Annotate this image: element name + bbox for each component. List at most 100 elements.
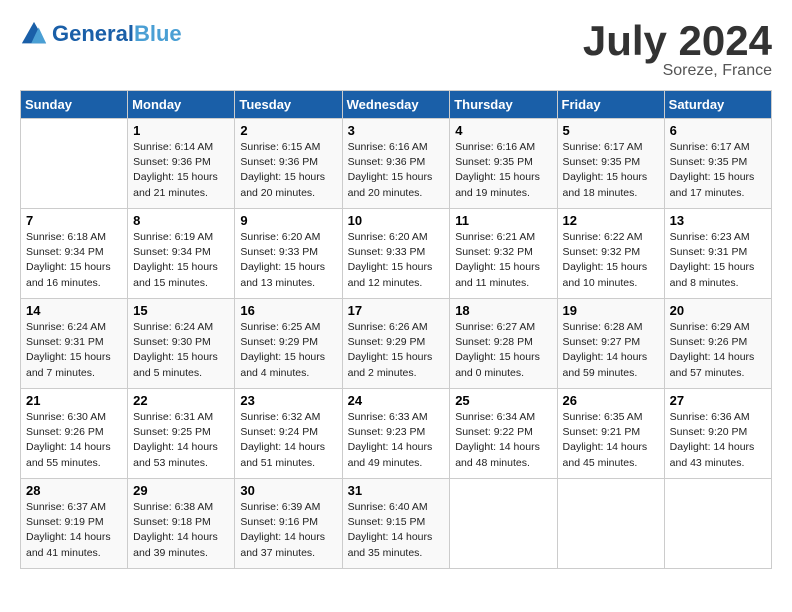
day-info: Sunrise: 6:27 AM Sunset: 9:28 PM Dayligh… bbox=[455, 320, 551, 381]
day-info: Sunrise: 6:30 AM Sunset: 9:26 PM Dayligh… bbox=[26, 410, 122, 471]
day-info: Sunrise: 6:17 AM Sunset: 9:35 PM Dayligh… bbox=[563, 140, 659, 201]
day-number: 4 bbox=[455, 123, 551, 138]
calendar-cell: 9Sunrise: 6:20 AM Sunset: 9:33 PM Daylig… bbox=[235, 209, 342, 299]
calendar-cell: 8Sunrise: 6:19 AM Sunset: 9:34 PM Daylig… bbox=[128, 209, 235, 299]
day-info: Sunrise: 6:31 AM Sunset: 9:25 PM Dayligh… bbox=[133, 410, 229, 471]
calendar-cell: 15Sunrise: 6:24 AM Sunset: 9:30 PM Dayli… bbox=[128, 299, 235, 389]
day-number: 6 bbox=[670, 123, 766, 138]
day-number: 1 bbox=[133, 123, 229, 138]
day-number: 18 bbox=[455, 303, 551, 318]
calendar-week-5: 28 Sunrise: 6:37 AM Sunset: 9:19 PM Dayli… bbox=[21, 479, 772, 569]
calendar-table: SundayMondayTuesdayWednesdayThursdayFrid… bbox=[20, 90, 772, 569]
day-number: 23 bbox=[240, 393, 336, 408]
logo-text: GeneralBlue bbox=[52, 23, 182, 45]
day-info: Sunrise: 6:35 AM Sunset: 9:21 PM Dayligh… bbox=[563, 410, 659, 471]
day-info: Sunrise: 6:21 AM Sunset: 9:32 PM Dayligh… bbox=[455, 230, 551, 291]
calendar-cell: 27 Sunrise: 6:36 AM Sunset: 9:20 PM Dayli… bbox=[664, 389, 771, 479]
header-thursday: Thursday bbox=[450, 91, 557, 119]
calendar-week-3: 14 Sunrise: 6:24 AM Sunset: 9:31 PM Dayli… bbox=[21, 299, 772, 389]
day-info: Sunrise: 6:15 AM Sunset: 9:36 PM Dayligh… bbox=[240, 140, 336, 201]
calendar-cell: 12Sunrise: 6:22 AM Sunset: 9:32 PM Dayli… bbox=[557, 209, 664, 299]
day-info: Sunrise: 6:20 AM Sunset: 9:33 PM Dayligh… bbox=[348, 230, 445, 291]
calendar-cell: 2 Sunrise: 6:15 AM Sunset: 9:36 PM Daylig… bbox=[235, 119, 342, 209]
day-info: Sunrise: 6:36 AM Sunset: 9:20 PM Dayligh… bbox=[670, 410, 766, 471]
day-info: Sunrise: 6:37 AM Sunset: 9:19 PM Dayligh… bbox=[26, 500, 122, 561]
calendar-cell: 11 Sunrise: 6:21 AM Sunset: 9:32 PM Dayli… bbox=[450, 209, 557, 299]
day-number: 20 bbox=[670, 303, 766, 318]
day-number: 8 bbox=[133, 213, 229, 228]
calendar-week-1: 1 Sunrise: 6:14 AM Sunset: 9:36 PM Daylig… bbox=[21, 119, 772, 209]
day-info: Sunrise: 6:39 AM Sunset: 9:16 PM Dayligh… bbox=[240, 500, 336, 561]
calendar-cell: 1 Sunrise: 6:14 AM Sunset: 9:36 PM Daylig… bbox=[128, 119, 235, 209]
calendar-cell: 7 Sunrise: 6:18 AM Sunset: 9:34 PM Daylig… bbox=[21, 209, 128, 299]
calendar-cell: 24Sunrise: 6:33 AM Sunset: 9:23 PM Dayli… bbox=[342, 389, 450, 479]
day-info: Sunrise: 6:38 AM Sunset: 9:18 PM Dayligh… bbox=[133, 500, 229, 561]
day-info: Sunrise: 6:18 AM Sunset: 9:34 PM Dayligh… bbox=[26, 230, 122, 291]
day-number: 14 bbox=[26, 303, 122, 318]
day-number: 9 bbox=[240, 213, 336, 228]
day-info: Sunrise: 6:22 AM Sunset: 9:32 PM Dayligh… bbox=[563, 230, 659, 291]
day-info: Sunrise: 6:17 AM Sunset: 9:35 PM Dayligh… bbox=[670, 140, 766, 201]
calendar-cell: 13Sunrise: 6:23 AM Sunset: 9:31 PM Dayli… bbox=[664, 209, 771, 299]
day-number: 21 bbox=[26, 393, 122, 408]
location-subtitle: Soreze, France bbox=[583, 62, 772, 80]
calendar-cell: 21 Sunrise: 6:30 AM Sunset: 9:26 PM Dayli… bbox=[21, 389, 128, 479]
day-info: Sunrise: 6:28 AM Sunset: 9:27 PM Dayligh… bbox=[563, 320, 659, 381]
day-number: 25 bbox=[455, 393, 551, 408]
calendar-cell: 3 Sunrise: 6:16 AM Sunset: 9:36 PM Daylig… bbox=[342, 119, 450, 209]
day-number: 2 bbox=[240, 123, 336, 138]
calendar-cell: 18 Sunrise: 6:27 AM Sunset: 9:28 PM Dayli… bbox=[450, 299, 557, 389]
day-number: 22 bbox=[133, 393, 229, 408]
calendar-cell: 14 Sunrise: 6:24 AM Sunset: 9:31 PM Dayli… bbox=[21, 299, 128, 389]
day-info: Sunrise: 6:16 AM Sunset: 9:36 PM Dayligh… bbox=[348, 140, 445, 201]
calendar-cell: 26 Sunrise: 6:35 AM Sunset: 9:21 PM Dayli… bbox=[557, 389, 664, 479]
header-monday: Monday bbox=[128, 91, 235, 119]
day-number: 28 bbox=[26, 483, 122, 498]
calendar-cell: 4Sunrise: 6:16 AM Sunset: 9:35 PM Daylig… bbox=[450, 119, 557, 209]
day-info: Sunrise: 6:24 AM Sunset: 9:31 PM Dayligh… bbox=[26, 320, 122, 381]
header-friday: Friday bbox=[557, 91, 664, 119]
day-number: 16 bbox=[240, 303, 336, 318]
day-number: 3 bbox=[348, 123, 445, 138]
calendar-cell: 5 Sunrise: 6:17 AM Sunset: 9:35 PM Daylig… bbox=[557, 119, 664, 209]
day-number: 13 bbox=[670, 213, 766, 228]
calendar-header-row: SundayMondayTuesdayWednesdayThursdayFrid… bbox=[21, 91, 772, 119]
day-number: 7 bbox=[26, 213, 122, 228]
day-number: 17 bbox=[348, 303, 445, 318]
day-info: Sunrise: 6:29 AM Sunset: 9:26 PM Dayligh… bbox=[670, 320, 766, 381]
title-block: July 2024 Soreze, France bbox=[583, 20, 772, 80]
day-number: 10 bbox=[348, 213, 445, 228]
calendar-cell: 16 Sunrise: 6:25 AM Sunset: 9:29 PM Dayli… bbox=[235, 299, 342, 389]
day-number: 27 bbox=[670, 393, 766, 408]
calendar-cell bbox=[557, 479, 664, 569]
logo-blue: Blue bbox=[134, 21, 182, 46]
day-info: Sunrise: 6:26 AM Sunset: 9:29 PM Dayligh… bbox=[348, 320, 445, 381]
day-number: 19 bbox=[563, 303, 659, 318]
logo-general: General bbox=[52, 21, 134, 46]
day-number: 5 bbox=[563, 123, 659, 138]
calendar-cell: 20 Sunrise: 6:29 AM Sunset: 9:26 PM Dayli… bbox=[664, 299, 771, 389]
calendar-cell: 6 Sunrise: 6:17 AM Sunset: 9:35 PM Daylig… bbox=[664, 119, 771, 209]
calendar-cell: 31 Sunrise: 6:40 AM Sunset: 9:15 PM Dayli… bbox=[342, 479, 450, 569]
calendar-cell: 10 Sunrise: 6:20 AM Sunset: 9:33 PM Dayli… bbox=[342, 209, 450, 299]
day-info: Sunrise: 6:25 AM Sunset: 9:29 PM Dayligh… bbox=[240, 320, 336, 381]
day-info: Sunrise: 6:40 AM Sunset: 9:15 PM Dayligh… bbox=[348, 500, 445, 561]
day-info: Sunrise: 6:24 AM Sunset: 9:30 PM Dayligh… bbox=[133, 320, 229, 381]
day-info: Sunrise: 6:33 AM Sunset: 9:23 PM Dayligh… bbox=[348, 410, 445, 471]
day-info: Sunrise: 6:14 AM Sunset: 9:36 PM Dayligh… bbox=[133, 140, 229, 201]
day-info: Sunrise: 6:32 AM Sunset: 9:24 PM Dayligh… bbox=[240, 410, 336, 471]
calendar-cell: 29Sunrise: 6:38 AM Sunset: 9:18 PM Dayli… bbox=[128, 479, 235, 569]
day-info: Sunrise: 6:34 AM Sunset: 9:22 PM Dayligh… bbox=[455, 410, 551, 471]
header-tuesday: Tuesday bbox=[235, 91, 342, 119]
calendar-cell: 22 Sunrise: 6:31 AM Sunset: 9:25 PM Dayli… bbox=[128, 389, 235, 479]
page-header: GeneralBlue July 2024 Soreze, France bbox=[20, 20, 772, 80]
day-number: 26 bbox=[563, 393, 659, 408]
calendar-cell bbox=[21, 119, 128, 209]
calendar-week-4: 21 Sunrise: 6:30 AM Sunset: 9:26 PM Dayli… bbox=[21, 389, 772, 479]
header-wednesday: Wednesday bbox=[342, 91, 450, 119]
day-number: 11 bbox=[455, 213, 551, 228]
day-number: 31 bbox=[348, 483, 445, 498]
calendar-cell: 23 Sunrise: 6:32 AM Sunset: 9:24 PM Dayli… bbox=[235, 389, 342, 479]
calendar-cell: 28 Sunrise: 6:37 AM Sunset: 9:19 PM Dayli… bbox=[21, 479, 128, 569]
month-year-title: July 2024 bbox=[583, 20, 772, 62]
